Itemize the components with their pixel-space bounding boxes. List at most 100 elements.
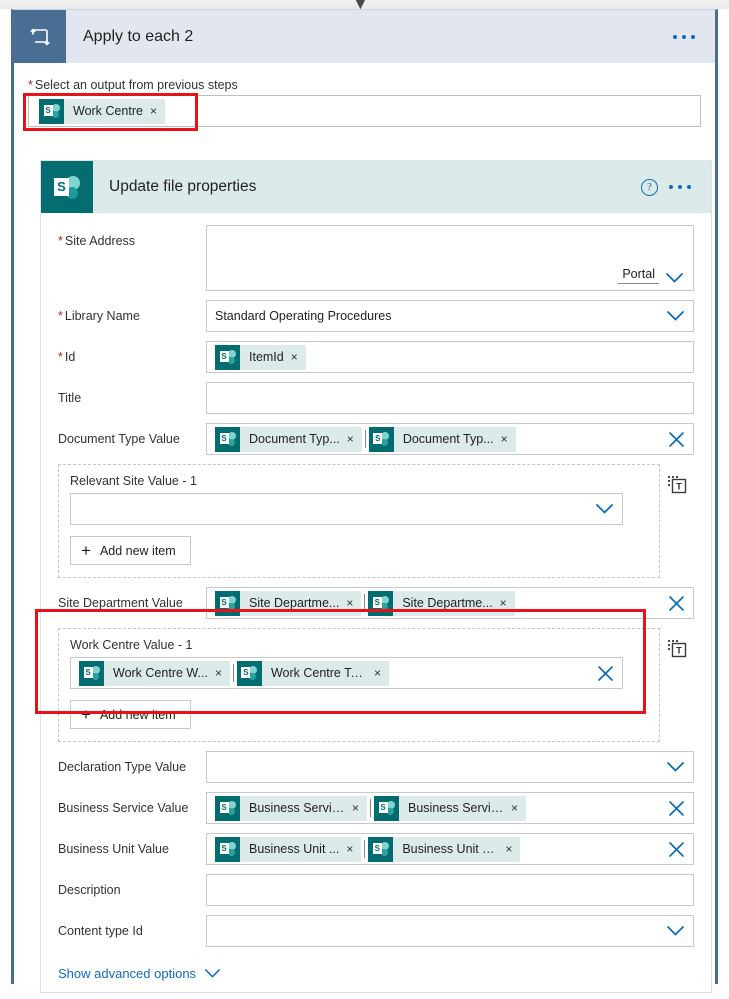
token-chip-label: Document Typ... xyxy=(249,432,340,446)
token-chip[interactable]: S Site Departme... × xyxy=(368,590,515,616)
update-file-properties-card[interactable]: S Update file properties ? * Site Address xyxy=(40,160,712,993)
show-advanced-options[interactable]: Show advanced options xyxy=(41,956,711,981)
token-chip-label: Business Servic... xyxy=(249,801,349,815)
sharepoint-icon: S xyxy=(215,590,240,616)
work-centre-value-input[interactable]: S Work Centre W... × S Work Centre Te...… xyxy=(70,657,623,689)
field-label-description: Description xyxy=(58,883,121,897)
token-chip[interactable]: S Work Centre W... × xyxy=(79,660,230,686)
document-type-value-input[interactable]: S Document Typ... × S Document Typ... × xyxy=(206,423,694,455)
required-asterisk: * xyxy=(58,234,63,248)
help-icon: ? xyxy=(641,178,658,196)
token-chip-remove-icon[interactable]: × xyxy=(352,801,367,815)
form-row-id: * Id S ItemId × xyxy=(58,341,694,373)
token-chip-label: Site Departme... xyxy=(249,596,340,610)
show-advanced-options-label: Show advanced options xyxy=(58,966,197,981)
relevant-site-value-input[interactable] xyxy=(70,493,623,525)
form-row-site-department-value: Site Department Value S Site Departme...… xyxy=(58,587,694,619)
token-separator xyxy=(364,840,366,858)
clear-field-icon[interactable] xyxy=(587,665,614,682)
token-chip-remove-icon[interactable]: × xyxy=(501,432,516,446)
field-label-text: Library Name xyxy=(64,309,140,323)
clear-field-icon[interactable] xyxy=(658,800,685,817)
chevron-down-icon[interactable] xyxy=(660,925,685,937)
sharepoint-icon: S xyxy=(374,795,400,821)
repeat-section-label: Relevant Site Value - 1 xyxy=(70,474,197,488)
chevron-down-icon[interactable] xyxy=(659,272,684,284)
token-chip-label: Business Unit ... xyxy=(249,842,340,856)
clear-field-icon[interactable] xyxy=(658,841,685,858)
token-chip-remove-icon[interactable]: × xyxy=(374,666,389,680)
token-chip-work-centre[interactable]: S Work Centre × xyxy=(39,98,165,124)
token-chip[interactable]: S ItemId × xyxy=(215,344,306,370)
svg-text:T: T xyxy=(676,646,682,656)
description-input[interactable] xyxy=(206,874,694,906)
token-chip[interactable]: S Document Typ... × xyxy=(368,426,516,452)
select-output-input[interactable]: S Work Centre × xyxy=(28,95,701,127)
help-button[interactable]: ? xyxy=(641,161,664,213)
field-label-site-department-value: Site Department Value xyxy=(58,596,183,610)
declaration-type-value-input[interactable] xyxy=(206,751,694,783)
token-chip-label: Business Unit T... xyxy=(402,842,499,856)
token-chip-remove-icon[interactable]: × xyxy=(346,842,361,856)
token-chip[interactable]: S Document Typ... × xyxy=(215,426,362,452)
dynamic-content-token-icon[interactable]: T xyxy=(660,628,694,658)
business-unit-value-input[interactable]: S Business Unit ... × S Business Unit T.… xyxy=(206,833,694,865)
field-label-library-name: * Library Name xyxy=(58,300,206,325)
dynamic-content-token-icon[interactable]: T xyxy=(660,464,694,494)
token-chip-remove-icon[interactable]: × xyxy=(150,104,165,118)
token-chip[interactable]: S Site Departme... × xyxy=(215,590,362,616)
token-chip-remove-icon[interactable]: × xyxy=(346,596,361,610)
token-chip[interactable]: S Work Centre Te... × xyxy=(236,660,389,686)
token-chip-remove-icon[interactable]: × xyxy=(215,666,230,680)
token-chip[interactable]: S Business Unit T... × xyxy=(368,836,521,862)
add-new-item-label: Add new item xyxy=(99,543,176,558)
token-chip-remove-icon[interactable]: × xyxy=(291,350,306,364)
token-chip-label: Business Servic... xyxy=(408,801,508,815)
field-label-declaration-type-value: Declaration Type Value xyxy=(58,760,187,774)
title-input[interactable] xyxy=(206,382,694,414)
token-chip[interactable]: S Business Servic... × xyxy=(374,795,527,821)
plus-icon: + xyxy=(81,540,91,560)
sharepoint-icon: S xyxy=(368,836,394,862)
apply-to-each-header[interactable]: Apply to each 2 xyxy=(14,10,715,63)
site-address-input[interactable]: Portal xyxy=(206,225,694,291)
id-input[interactable]: S ItemId × xyxy=(206,341,694,373)
apply-to-each-card[interactable]: Apply to each 2 * Select an output from p… xyxy=(11,9,718,993)
site-department-value-input[interactable]: S Site Departme... × S Site Departme... … xyxy=(206,587,694,619)
clear-field-icon[interactable] xyxy=(658,431,685,448)
token-chip-remove-icon[interactable]: × xyxy=(511,801,526,815)
form-row-business-service-value: Business Service Value S Business Servic… xyxy=(58,792,694,824)
form-row-description: Description xyxy=(58,874,694,906)
business-service-value-input[interactable]: S Business Servic... × S Business Servic… xyxy=(206,792,694,824)
token-chip-label: Work Centre Te... xyxy=(270,666,368,680)
site-address-value: Portal xyxy=(618,267,659,284)
token-chip-remove-icon[interactable]: × xyxy=(505,842,520,856)
action-header[interactable]: S Update file properties ? xyxy=(41,161,711,213)
add-new-item-button[interactable]: + Add new item xyxy=(70,700,191,729)
chevron-down-icon[interactable] xyxy=(660,761,685,773)
library-name-input[interactable]: Standard Operating Procedures xyxy=(206,300,694,332)
chevron-down-icon[interactable] xyxy=(660,310,685,322)
token-chip-label: ItemId xyxy=(249,350,284,364)
apply-to-each-more-button[interactable] xyxy=(668,10,715,63)
token-separator xyxy=(232,664,234,682)
site-address-value-group[interactable]: Portal xyxy=(618,267,684,284)
clear-field-icon[interactable] xyxy=(658,595,685,612)
token-chip-remove-icon[interactable]: × xyxy=(500,596,515,610)
content-type-id-input[interactable] xyxy=(206,915,694,947)
token-chip[interactable]: S Business Servic... × xyxy=(215,795,368,821)
chevron-down-icon[interactable] xyxy=(589,503,614,515)
svg-text:T: T xyxy=(676,482,682,492)
sharepoint-icon: S xyxy=(215,836,240,862)
action-more-button[interactable] xyxy=(664,161,711,213)
required-asterisk: * xyxy=(28,78,33,92)
sharepoint-icon: S xyxy=(368,590,394,616)
token-chip[interactable]: S Business Unit ... × xyxy=(215,836,362,862)
chevron-down-icon[interactable] xyxy=(204,968,221,979)
form-row-declaration-type-value: Declaration Type Value xyxy=(58,751,694,783)
token-chip-remove-icon[interactable]: × xyxy=(347,432,362,446)
add-new-item-button[interactable]: + Add new item xyxy=(70,536,191,565)
form-row-site-address: * Site Address Portal xyxy=(58,225,694,291)
token-chip-label: Document Typ... xyxy=(402,432,494,446)
flow-connector: ▼ xyxy=(0,0,729,12)
